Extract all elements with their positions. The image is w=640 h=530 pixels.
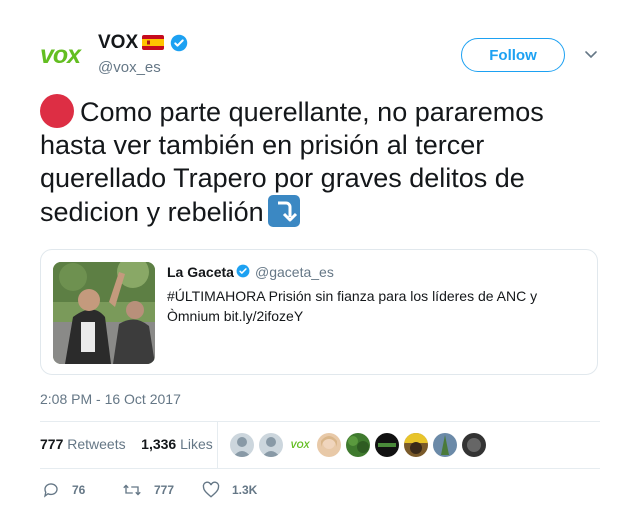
quoted-tweet-text: #ÚLTIMAHORA Prisión sin fianza para los … [167, 288, 538, 324]
like-icon [202, 481, 220, 498]
likes-stat[interactable]: 1,336 Likes [141, 436, 213, 452]
retweet-icon [123, 484, 141, 496]
tweet-timestamp[interactable]: 2:08 PM - 16 Oct 2017 [40, 391, 181, 407]
divider [40, 468, 600, 469]
reply-action[interactable]: 76 [42, 481, 85, 499]
likers-avatars: VOX [230, 433, 486, 457]
follow-button[interactable]: Follow [461, 38, 565, 72]
tweet-text: Como parte querellante, no pararemos has… [40, 94, 600, 229]
liker-avatar[interactable] [230, 433, 254, 457]
liker-avatar-vox-text: VOX [290, 440, 310, 450]
verified-badge-icon [236, 264, 250, 278]
like-count: 1.3K [232, 483, 258, 497]
retweet-count: 777 [154, 483, 175, 497]
user-handle[interactable]: @vox_es [98, 59, 161, 76]
arrow-down-emoji [267, 195, 300, 227]
liker-avatar[interactable] [404, 433, 428, 457]
spain-flag-icon [142, 35, 164, 50]
quoted-tweet-image[interactable] [53, 262, 155, 364]
liker-avatar[interactable] [375, 433, 399, 457]
retweet-action[interactable]: 777 [122, 481, 174, 499]
vox-logo[interactable]: vox [40, 40, 88, 70]
likes-label: Likes [180, 436, 213, 452]
retweets-count: 777 [40, 436, 64, 452]
red-circle-emoji [40, 94, 74, 128]
liker-avatar[interactable] [433, 433, 457, 457]
divider [217, 422, 218, 468]
liker-avatar[interactable] [462, 433, 486, 457]
chevron-down-icon[interactable] [583, 48, 599, 62]
engagement-stats: 777 Retweets 1,336 Likes [40, 436, 213, 452]
liker-avatar[interactable]: VOX [288, 433, 312, 457]
reply-count: 76 [72, 483, 86, 497]
liker-avatar[interactable] [317, 433, 341, 457]
reply-icon [43, 483, 58, 498]
likes-count: 1,336 [141, 436, 177, 452]
divider [40, 421, 600, 422]
verified-badge-icon [170, 34, 188, 52]
quoted-handle[interactable]: @gaceta_es [255, 264, 334, 280]
liker-avatar[interactable] [259, 433, 283, 457]
retweet-stat[interactable]: 777 Retweets [40, 436, 126, 452]
like-action[interactable]: 1.3K [202, 481, 257, 499]
retweets-label: Retweets [67, 436, 126, 452]
quoted-display-name[interactable]: La Gaceta [167, 264, 234, 280]
liker-avatar[interactable] [346, 433, 370, 457]
display-name[interactable]: VOX [98, 32, 138, 54]
